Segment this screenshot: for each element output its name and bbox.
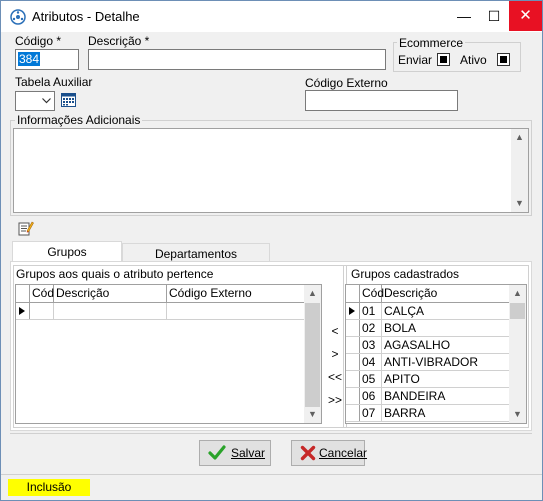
- table-cell-cod: 07: [360, 405, 382, 421]
- table-cell-descricao: CALÇA: [382, 303, 511, 319]
- tabela-auxiliar-select[interactable]: [15, 91, 55, 111]
- table-cell-cod: 06: [360, 388, 382, 404]
- table-cell-cod: 01: [360, 303, 382, 319]
- window-title: Atributos - Detalhe: [32, 9, 140, 24]
- ativo-checkbox[interactable]: [497, 53, 510, 66]
- cancel-label: Cancelar: [319, 446, 368, 460]
- left-grid-caption: Grupos aos quais o atributo pertence: [16, 267, 214, 281]
- minimize-button[interactable]: —: [449, 1, 479, 31]
- table-cell-cod: 02: [360, 320, 382, 336]
- table-row[interactable]: 06 BANDEIRA: [346, 388, 511, 405]
- table-cell: [167, 303, 306, 319]
- right-grid-header: Cód Descrição: [346, 285, 511, 303]
- codigo-externo-field[interactable]: [305, 90, 458, 111]
- table-row[interactable]: 05 APITO: [346, 371, 511, 388]
- scroll-up-icon[interactable]: ▲: [509, 285, 526, 302]
- table-cell-cod: 04: [360, 354, 382, 370]
- table-cell: [30, 303, 54, 319]
- table-row[interactable]: [16, 303, 306, 320]
- scroll-up-icon[interactable]: ▲: [511, 129, 528, 146]
- table-row[interactable]: 01 CALÇA: [346, 303, 511, 320]
- current-row-arrow-icon: [349, 307, 355, 315]
- left-grid-col-descricao[interactable]: Descrição: [54, 285, 167, 302]
- scroll-thumb[interactable]: [305, 303, 320, 407]
- table-cell-descricao: APITO: [382, 371, 511, 387]
- table-row[interactable]: 03 AGASALHO: [346, 337, 511, 354]
- right-grid-col-descricao[interactable]: Descrição: [382, 285, 511, 302]
- window: Atributos - Detalhe — ☐ Código * 384 Des…: [0, 0, 543, 501]
- row-indicator: [346, 371, 360, 387]
- table-cell-cod: 05: [360, 371, 382, 387]
- table-cell-descricao: ANTI-VIBRADOR: [382, 354, 511, 370]
- right-grid-corner: [346, 285, 360, 302]
- left-grid-col-cod[interactable]: Cód: [30, 285, 54, 302]
- row-indicator: [346, 303, 360, 319]
- close-button[interactable]: [509, 1, 542, 31]
- enviar-label: Enviar: [398, 53, 433, 67]
- scroll-down-icon[interactable]: ▼: [509, 406, 526, 423]
- right-grid-caption: Grupos cadastrados: [351, 267, 460, 281]
- left-grid-scrollbar[interactable]: ▲ ▼: [304, 285, 321, 423]
- ecommerce-label: Ecommerce: [397, 36, 466, 50]
- cancel-x-icon: [300, 445, 316, 461]
- scroll-thumb[interactable]: [510, 303, 525, 319]
- scroll-down-icon[interactable]: ▼: [511, 195, 528, 212]
- left-grid-header: Cód Descrição Código Externo: [16, 285, 306, 303]
- row-indicator: [16, 303, 30, 319]
- save-button[interactable]: Salvar: [199, 440, 271, 466]
- status-mode: Inclusão: [8, 479, 90, 496]
- edit-notes-icon[interactable]: [18, 220, 34, 236]
- status-bar: Inclusão: [1, 474, 542, 500]
- row-indicator: [346, 388, 360, 404]
- right-grid-col-cod[interactable]: Cód: [360, 285, 384, 302]
- tab-panel: Grupos aos quais o atributo pertence Cód…: [10, 261, 532, 431]
- codigo-label: Código *: [15, 34, 62, 48]
- scroll-up-icon[interactable]: ▲: [304, 285, 321, 302]
- left-grid-col-codigo-externo[interactable]: Código Externo: [167, 285, 306, 302]
- descricao-label: Descrição *: [88, 34, 150, 48]
- calendar-icon[interactable]: [61, 93, 76, 107]
- row-indicator: [346, 405, 360, 421]
- maximize-button[interactable]: ☐: [479, 1, 509, 31]
- tabela-auxiliar-label: Tabela Auxiliar: [15, 75, 93, 89]
- row-indicator: [346, 354, 360, 370]
- codigo-externo-label: Código Externo: [305, 76, 388, 90]
- footer-divider: [10, 433, 532, 434]
- table-cell: [54, 303, 167, 319]
- table-cell-descricao: BARRA: [382, 405, 511, 421]
- cancel-button[interactable]: Cancelar: [291, 440, 368, 466]
- info-label: Informações Adicionais: [15, 113, 143, 127]
- table-cell-cod: 03: [360, 337, 382, 353]
- title-bar: Atributos - Detalhe — ☐: [1, 1, 542, 32]
- left-grid-corner: [16, 285, 30, 302]
- tab-grupos-relacionados[interactable]: Grupos relacionados: [12, 241, 122, 279]
- ativo-label: Ativo: [460, 53, 487, 67]
- codigo-field[interactable]: 384: [15, 49, 79, 70]
- table-cell-descricao: BOLA: [382, 320, 511, 336]
- table-cell-descricao: BANDEIRA: [382, 388, 511, 404]
- codigo-value: 384: [18, 52, 41, 66]
- app-icon: [10, 9, 26, 25]
- save-label: Salvar: [231, 446, 266, 460]
- table-row[interactable]: 04 ANTI-VIBRADOR: [346, 354, 511, 371]
- right-grid-scrollbar[interactable]: ▲ ▼: [509, 285, 526, 423]
- right-grid[interactable]: Cód Descrição 01 CALÇA 02 BOLA 03 AGASALHO 04 A…: [345, 284, 527, 424]
- descricao-field[interactable]: [88, 49, 386, 70]
- table-row[interactable]: 07 BARRA: [346, 405, 511, 422]
- checkmark-icon: [208, 445, 226, 460]
- table-row[interactable]: 02 BOLA: [346, 320, 511, 337]
- row-indicator: [346, 337, 360, 353]
- chevron-down-icon: [42, 98, 51, 104]
- table-cell-descricao: AGASALHO: [382, 337, 511, 353]
- scroll-down-icon[interactable]: ▼: [304, 406, 321, 423]
- info-textarea[interactable]: ▲ ▼: [13, 128, 529, 213]
- row-indicator: [346, 320, 360, 336]
- enviar-checkbox[interactable]: [437, 53, 450, 66]
- left-grid[interactable]: Cód Descrição Código Externo ▲ ▼: [15, 284, 322, 424]
- info-scrollbar[interactable]: ▲ ▼: [511, 129, 528, 212]
- current-row-arrow-icon: [19, 307, 25, 315]
